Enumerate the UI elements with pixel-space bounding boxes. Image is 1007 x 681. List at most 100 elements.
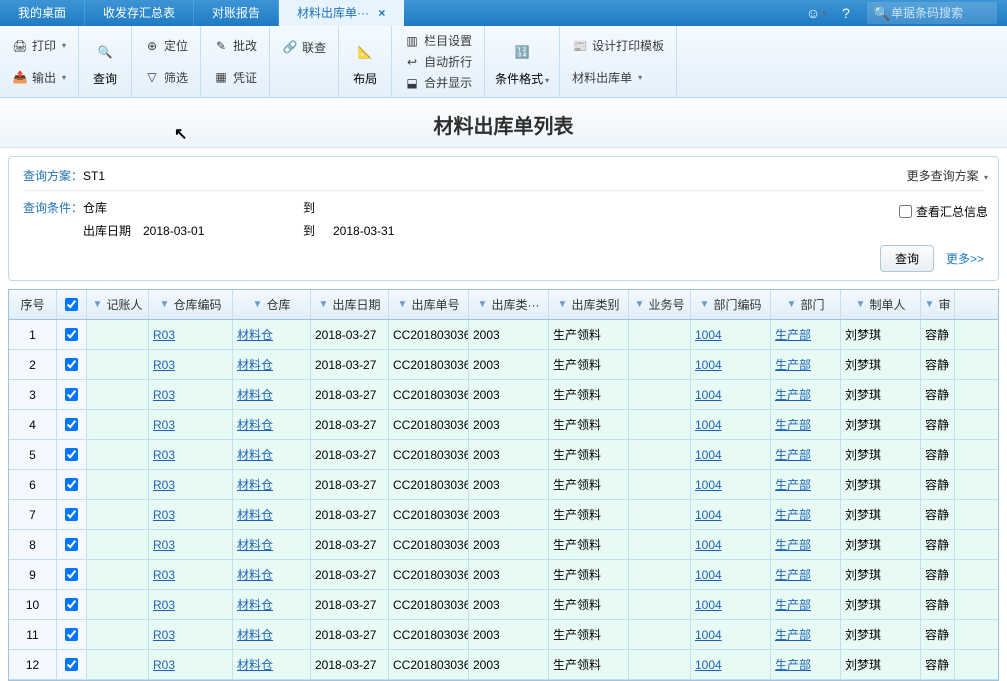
column-setting-button[interactable]: ▥栏目设置 xyxy=(400,30,476,51)
cell-warehouse[interactable]: 材料仓 xyxy=(233,500,311,529)
cell-warehouse[interactable]: 材料仓 xyxy=(233,590,311,619)
table-row[interactable]: 1R03材料仓2018-03-27CC20180303642003生产领料100… xyxy=(9,320,998,350)
cell-dcode[interactable]: 1004 xyxy=(691,440,771,469)
table-row[interactable]: 4R03材料仓2018-03-27CC20180303642003生产领料100… xyxy=(9,410,998,440)
row-checkbox[interactable] xyxy=(65,478,78,491)
th-type[interactable]: ▼出库类别 xyxy=(549,290,629,319)
cell-dcode[interactable]: 1004 xyxy=(691,380,771,409)
cell-wcode[interactable]: R03 xyxy=(149,320,233,349)
tab-inventory-summary[interactable]: 收发存汇总表 xyxy=(85,0,194,26)
cell-check[interactable] xyxy=(57,380,87,409)
merge-show-button[interactable]: ⬓合并显示 xyxy=(400,72,476,93)
cell-wcode[interactable]: R03 xyxy=(149,440,233,469)
cell-dcode[interactable]: 1004 xyxy=(691,320,771,349)
cell-dcode[interactable]: 1004 xyxy=(691,410,771,439)
print-button[interactable]: 🖨打印▾ xyxy=(8,35,70,56)
filter-icon[interactable]: ▼ xyxy=(700,299,710,310)
cell-dcode[interactable]: 1004 xyxy=(691,470,771,499)
select-all-checkbox[interactable] xyxy=(65,298,78,311)
cell-dcode[interactable]: 1004 xyxy=(691,500,771,529)
row-checkbox[interactable] xyxy=(65,538,78,551)
date-to-input[interactable]: 2018-03-31 xyxy=(333,224,493,238)
filter-icon[interactable]: ▼ xyxy=(398,299,408,310)
filter-icon[interactable]: ▼ xyxy=(253,299,263,310)
table-row[interactable]: 11R03材料仓2018-03-27CC20180303642003生产领料10… xyxy=(9,620,998,650)
row-checkbox[interactable] xyxy=(65,418,78,431)
filter-icon[interactable]: ▼ xyxy=(478,299,488,310)
cell-check[interactable] xyxy=(57,560,87,589)
th-reviewer[interactable]: ▼审 xyxy=(921,290,955,319)
cell-dcode[interactable]: 1004 xyxy=(691,530,771,559)
cell-check[interactable] xyxy=(57,590,87,619)
cell-warehouse[interactable]: 材料仓 xyxy=(233,350,311,379)
cell-warehouse[interactable]: 材料仓 xyxy=(233,620,311,649)
cell-check[interactable] xyxy=(57,320,87,349)
cell-wcode[interactable]: R03 xyxy=(149,500,233,529)
cell-dcode[interactable]: 1004 xyxy=(691,650,771,679)
cell-warehouse[interactable]: 材料仓 xyxy=(233,650,311,679)
filter-button[interactable]: ▽筛选 xyxy=(140,67,192,88)
cell-wcode[interactable]: R03 xyxy=(149,410,233,439)
cell-warehouse[interactable]: 材料仓 xyxy=(233,560,311,589)
cell-dcode[interactable]: 1004 xyxy=(691,560,771,589)
table-row[interactable]: 9R03材料仓2018-03-27CC20180303642003生产领料100… xyxy=(9,560,998,590)
cell-dept[interactable]: 生产部 xyxy=(771,650,841,679)
cell-warehouse[interactable]: 材料仓 xyxy=(233,440,311,469)
cell-wcode[interactable]: R03 xyxy=(149,530,233,559)
cell-dept[interactable]: 生产部 xyxy=(771,320,841,349)
th-dept[interactable]: ▼部门 xyxy=(771,290,841,319)
table-row[interactable]: 12R03材料仓2018-03-27CC20180303642003生产领料10… xyxy=(9,650,998,680)
row-checkbox[interactable] xyxy=(65,568,78,581)
cell-check[interactable] xyxy=(57,410,87,439)
th-seq[interactable]: 序号 xyxy=(9,290,57,319)
cell-check[interactable] xyxy=(57,350,87,379)
row-checkbox[interactable] xyxy=(65,508,78,521)
cell-check[interactable] xyxy=(57,470,87,499)
th-doc[interactable]: ▼出库单号 xyxy=(389,290,469,319)
row-checkbox[interactable] xyxy=(65,358,78,371)
table-row[interactable]: 2R03材料仓2018-03-27CC20180303642003生产领料100… xyxy=(9,350,998,380)
filter-icon[interactable]: ▼ xyxy=(319,299,329,310)
cell-check[interactable] xyxy=(57,620,87,649)
cell-wcode[interactable]: R03 xyxy=(149,620,233,649)
user-icon[interactable]: ☺▾ xyxy=(807,4,825,22)
cell-dept[interactable]: 生产部 xyxy=(771,380,841,409)
barcode-search-input[interactable] xyxy=(891,6,991,20)
cell-check[interactable] xyxy=(57,500,87,529)
row-checkbox[interactable] xyxy=(65,328,78,341)
voucher-button[interactable]: ▦凭证 xyxy=(209,67,261,88)
cell-wcode[interactable]: R03 xyxy=(149,380,233,409)
cell-dept[interactable]: 生产部 xyxy=(771,440,841,469)
cell-dept[interactable]: 生产部 xyxy=(771,410,841,439)
help-icon[interactable]: ? xyxy=(837,4,855,22)
filter-icon[interactable]: ▼ xyxy=(787,299,797,310)
table-row[interactable]: 10R03材料仓2018-03-27CC20180303642003生产领料10… xyxy=(9,590,998,620)
barcode-search[interactable]: 🔍 xyxy=(867,2,997,24)
cell-wcode[interactable]: R03 xyxy=(149,470,233,499)
table-row[interactable]: 6R03材料仓2018-03-27CC20180303642003生产领料100… xyxy=(9,470,998,500)
more-link[interactable]: 更多>> xyxy=(946,250,984,267)
th-dept-code[interactable]: ▼部门编码 xyxy=(691,290,771,319)
cell-warehouse[interactable]: 材料仓 xyxy=(233,530,311,559)
more-scheme-button[interactable]: 更多查询方案 ▾ xyxy=(907,167,988,184)
table-row[interactable]: 8R03材料仓2018-03-27CC20180303642003生产领料100… xyxy=(9,530,998,560)
filter-icon[interactable]: ▼ xyxy=(856,299,866,310)
cell-warehouse[interactable]: 材料仓 xyxy=(233,470,311,499)
tab-material-out[interactable]: 材料出库单··· × xyxy=(279,0,404,26)
date-from-input[interactable]: 2018-03-01 xyxy=(143,224,303,238)
th-category[interactable]: ▼出库类··· xyxy=(469,290,549,319)
query-button[interactable]: 🔍 查询 xyxy=(89,36,121,87)
cell-wcode[interactable]: R03 xyxy=(149,560,233,589)
locate-button[interactable]: ⊕定位 xyxy=(140,35,192,56)
cell-dept[interactable]: 生产部 xyxy=(771,620,841,649)
close-icon[interactable]: × xyxy=(378,6,385,20)
row-checkbox[interactable] xyxy=(65,388,78,401)
layout-button[interactable]: 📐 布局 xyxy=(349,36,381,87)
view-summary-checkbox[interactable] xyxy=(899,205,912,218)
cell-check[interactable] xyxy=(57,530,87,559)
output-button[interactable]: 📤输出▾ xyxy=(8,67,70,88)
auto-wrap-button[interactable]: ↩自动折行 xyxy=(400,51,476,72)
batch-edit-button[interactable]: ✎批改 xyxy=(209,35,261,56)
table-row[interactable]: 3R03材料仓2018-03-27CC20180303642003生产领料100… xyxy=(9,380,998,410)
cell-dept[interactable]: 生产部 xyxy=(771,530,841,559)
